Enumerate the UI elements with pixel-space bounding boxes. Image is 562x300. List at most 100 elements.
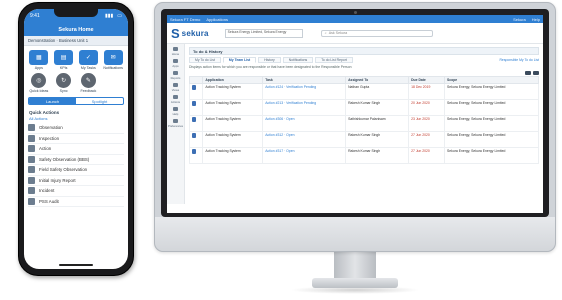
signal-icon: ▮▮▮ xyxy=(105,13,114,19)
phone-list-item[interactable]: Action xyxy=(28,144,124,155)
nav-item-preferences[interactable]: Preferences xyxy=(168,119,183,128)
phone-grid-label: Apps xyxy=(34,66,43,70)
due-date-cell: 27 Jun 2020 xyxy=(408,131,446,148)
table-row[interactable]: Action Tracking System Action #317 · Open… xyxy=(188,147,539,164)
phone-list-item[interactable]: Incident xyxy=(28,186,124,197)
form-icon xyxy=(28,197,35,205)
apps-icon xyxy=(173,59,178,63)
column-header[interactable]: Due Date xyxy=(408,76,446,84)
nav-item-reports[interactable]: Reports xyxy=(171,71,180,80)
assigned-cell: Nathan Gupta xyxy=(345,83,410,100)
phone-list-item[interactable]: PSS Audit xyxy=(28,197,124,207)
phone-list-item[interactable]: Inspection xyxy=(28,134,124,144)
phone-list-item[interactable]: Initial Injury Report xyxy=(28,176,124,186)
phone-list-item[interactable]: Field Safety Observation xyxy=(28,165,124,176)
task-link[interactable]: Action #317 · Open xyxy=(262,147,347,164)
document-icon xyxy=(192,101,196,106)
row-icon-cell xyxy=(188,147,204,164)
segment-launch[interactable]: Launch xyxy=(29,98,76,104)
tab-history[interactable]: History xyxy=(258,57,281,63)
applications-menu[interactable]: Applications xyxy=(206,17,228,22)
sekura-logo[interactable]: S sekura xyxy=(171,27,209,40)
monitor-stand xyxy=(334,252,376,280)
form-icon xyxy=(28,124,35,132)
column-header[interactable]: Task xyxy=(262,76,347,84)
topbar-title[interactable]: Sekura FT Demo xyxy=(170,17,200,22)
column-header[interactable]: Scope xyxy=(444,76,539,84)
search-input[interactable]: ⌕ Ask Sekura xyxy=(320,29,433,37)
phone-grid-label: Sync xyxy=(59,89,68,93)
phone-grid-item-my-tasks[interactable]: ✓ My Tasks xyxy=(78,50,100,70)
phone-action-list: Observation Inspection Action Safety Observ… xyxy=(24,123,128,207)
phone-list-label: Observation xyxy=(39,125,63,131)
tabs-right-link[interactable]: Responsible My To do List xyxy=(499,58,539,62)
phone-notch xyxy=(54,9,98,17)
pager-next-button[interactable] xyxy=(533,71,539,75)
reports-icon xyxy=(172,71,178,75)
nav-item-apps[interactable]: Apps xyxy=(172,59,179,68)
phone-list-item[interactable]: Observation xyxy=(28,123,124,134)
monitor-stand-base xyxy=(312,278,398,288)
nav-item-label: Actions xyxy=(170,100,181,104)
application-cell: Action Tracking System xyxy=(202,99,264,116)
task-link[interactable]: Action #124 · Verification Pending xyxy=(262,83,347,100)
phone-grid-item-kpis[interactable]: ▤ KPIs xyxy=(53,50,75,70)
phone-list-label: Inspection xyxy=(39,135,60,141)
phone-list-label: Safety Observation (BBS) xyxy=(39,156,90,162)
search-placeholder: Ask Sekura xyxy=(328,31,348,35)
phone-list-label: Field Safety Observation xyxy=(39,167,88,173)
user-menu[interactable]: Sekura xyxy=(513,17,526,22)
table-header-row: Application Task Assigned To Due Date Scope xyxy=(188,76,539,84)
due-date-cell: 18 Dec 2019 xyxy=(408,83,446,100)
nav-item-actions[interactable]: Actions xyxy=(171,95,180,104)
column-header[interactable]: Application xyxy=(202,76,264,84)
phone-grid-item-sync[interactable]: ↻ Sync xyxy=(53,73,75,93)
phone-grid-item-apps[interactable]: ▦ Apps xyxy=(28,50,50,70)
pager-prev-button[interactable] xyxy=(525,71,531,75)
column-header[interactable]: Assigned To xyxy=(345,76,410,84)
task-link[interactable]: Action #213 · Verification Pending xyxy=(262,99,347,116)
nav-item-views[interactable]: Views xyxy=(172,83,179,92)
assigned-cell: Rakesh Kumar Singh xyxy=(345,131,410,148)
phone-org-selector[interactable]: Demonstration · Business Unit 1 xyxy=(24,36,128,46)
row-icon-cell xyxy=(188,83,204,100)
due-date-cell: 27 Jun 2020 xyxy=(408,147,446,164)
tab-my-to-do-list[interactable]: My To do List xyxy=(189,57,221,63)
help-link[interactable]: Help xyxy=(532,17,540,22)
kpi-icon: ▤ xyxy=(54,50,74,65)
table-row[interactable]: Action Tracking System Action #213 · Veri… xyxy=(188,99,539,116)
table-row[interactable]: Action Tracking System Action #306 · Open… xyxy=(188,115,539,132)
nav-item-label: Views xyxy=(171,88,180,92)
task-link[interactable]: Action #306 · Open xyxy=(262,115,347,132)
tab-to-do-list-report[interactable]: To do List Report xyxy=(315,57,353,63)
monitor-bezel: Sekura FT Demo Applications Sekura Help … xyxy=(161,9,549,217)
phone-list-item[interactable]: Safety Observation (BBS) xyxy=(28,155,124,165)
application-cell: Action Tracking System xyxy=(202,83,264,100)
nav-item-home[interactable]: Home xyxy=(172,47,179,56)
feedback-icon: ✎ xyxy=(80,73,96,88)
nav-item-help[interactable]: Help xyxy=(173,107,178,116)
application-cell: Action Tracking System xyxy=(202,115,264,132)
tab-my-team-list[interactable]: My Team List xyxy=(222,57,257,63)
task-link[interactable]: Action #312 · Open xyxy=(262,131,347,148)
table-row[interactable]: Action Tracking System Action #312 · Open… xyxy=(188,131,539,148)
camera xyxy=(353,11,357,14)
phone-app-grid: ▦ Apps ▤ KPIs ✓ My Tasks ✉ Notifications ◎ Quick … xyxy=(24,46,128,95)
form-icon xyxy=(28,166,35,174)
table-row[interactable]: Action Tracking System Action #124 · Veri… xyxy=(188,83,539,100)
actions-icon xyxy=(172,95,178,99)
phone-grid-item-feedback[interactable]: ✎ Feedback xyxy=(78,73,100,93)
phone-subsection[interactable]: All Actions xyxy=(24,116,128,123)
row-icon-cell xyxy=(188,99,204,116)
phone-grid-item-notifications[interactable]: ✉ Notifications xyxy=(102,50,124,70)
nav-item-label: Preferences xyxy=(167,124,184,128)
org-selector[interactable]: Sekura Energy Limited, Sekura Energy xyxy=(224,28,303,38)
segment-spotlight[interactable]: Spotlight xyxy=(76,98,123,104)
scope-cell: Sekura Energy, Sekura Energy Limited xyxy=(444,147,539,164)
phone-grid-item-quick-ideas[interactable]: ◎ Quick Ideas xyxy=(28,73,50,93)
form-icon xyxy=(28,145,35,153)
product-showcase: Sekura FT Demo Applications Sekura Help … xyxy=(0,0,562,300)
tab-notifications[interactable]: Notifications xyxy=(282,57,314,63)
scope-cell: Sekura Energy, Sekura Energy Limited xyxy=(444,83,539,100)
scope-cell: Sekura Energy, Sekura Energy Limited xyxy=(444,131,539,148)
